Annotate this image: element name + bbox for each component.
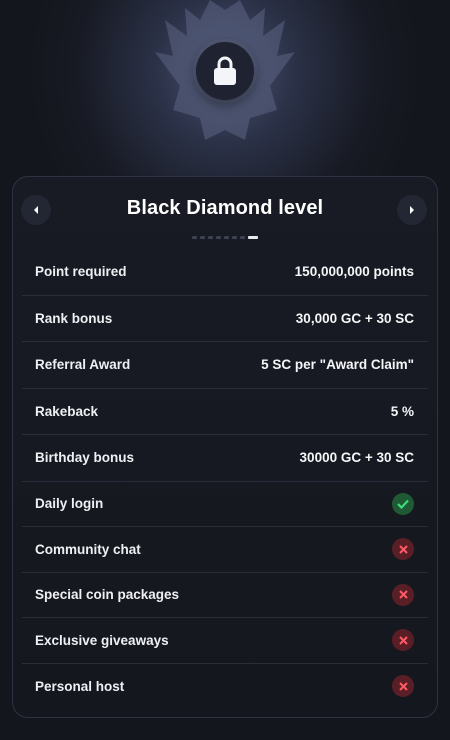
row-value: 5 % [390, 403, 414, 419]
row-label: Point required [35, 264, 127, 280]
check-icon [397, 499, 409, 509]
level-pager[interactable] [13, 236, 437, 239]
pager-dot[interactable] [224, 236, 229, 239]
included-status [392, 492, 414, 515]
perk-label: Special coin packages [35, 587, 180, 603]
level-details-page: Black Diamond level Point required 150,0… [0, 0, 450, 740]
level-header: Black Diamond level [13, 177, 437, 241]
table-row: Birthday bonus 30000 GC + 30 SC [22, 435, 428, 482]
table-row: Rakeback 5 % [22, 389, 428, 435]
table-row: Referral Award 5 SC per "Award Claim" [22, 342, 428, 389]
excluded-status [392, 538, 414, 561]
perk-label: Exclusive giveaways [35, 632, 169, 648]
pager-dot-active[interactable] [248, 236, 258, 239]
row-label: Referral Award [35, 357, 131, 373]
perk-row: Exclusive giveaways [22, 618, 428, 664]
pager-dot[interactable] [192, 236, 197, 239]
x-icon [398, 590, 408, 599]
excluded-status [392, 629, 414, 652]
perk-label: Daily login [35, 496, 104, 512]
perk-row: Personal host [22, 664, 428, 710]
next-level-button[interactable] [397, 195, 427, 225]
row-label: Birthday bonus [35, 450, 135, 466]
perk-label: Personal host [35, 678, 125, 694]
lock-icon [214, 56, 236, 85]
table-row: Point required 150,000,000 points [22, 249, 428, 296]
row-value: 150,000,000 points [294, 264, 414, 280]
x-icon [398, 545, 408, 554]
pager-dot[interactable] [200, 236, 205, 239]
excluded-status [392, 583, 414, 606]
excluded-status [392, 675, 414, 698]
perk-row: Daily login [22, 482, 428, 527]
row-label: Rank bonus [35, 310, 113, 326]
x-icon [398, 636, 408, 645]
pager-dot[interactable] [232, 236, 237, 239]
level-card: Black Diamond level Point required 150,0… [12, 176, 438, 718]
row-label: Rakeback [35, 403, 99, 419]
level-benefits-list: Point required 150,000,000 points Rank b… [22, 249, 428, 709]
row-value: 30000 GC + 30 SC [299, 450, 414, 466]
pager-dot[interactable] [208, 236, 213, 239]
pager-dot[interactable] [216, 236, 221, 239]
perk-row: Special coin packages [22, 573, 428, 618]
perk-row: Community chat [22, 527, 428, 573]
pager-dot[interactable] [240, 236, 245, 239]
x-icon [398, 682, 408, 691]
row-value: 30,000 GC + 30 SC [295, 310, 414, 326]
perk-label: Community chat [35, 541, 141, 557]
locked-badge [196, 42, 254, 100]
row-value: 5 SC per "Award Claim" [261, 357, 414, 373]
chevron-right-icon [410, 206, 414, 214]
level-title: Black Diamond level [126, 197, 324, 219]
table-row: Rank bonus 30,000 GC + 30 SC [22, 296, 428, 342]
